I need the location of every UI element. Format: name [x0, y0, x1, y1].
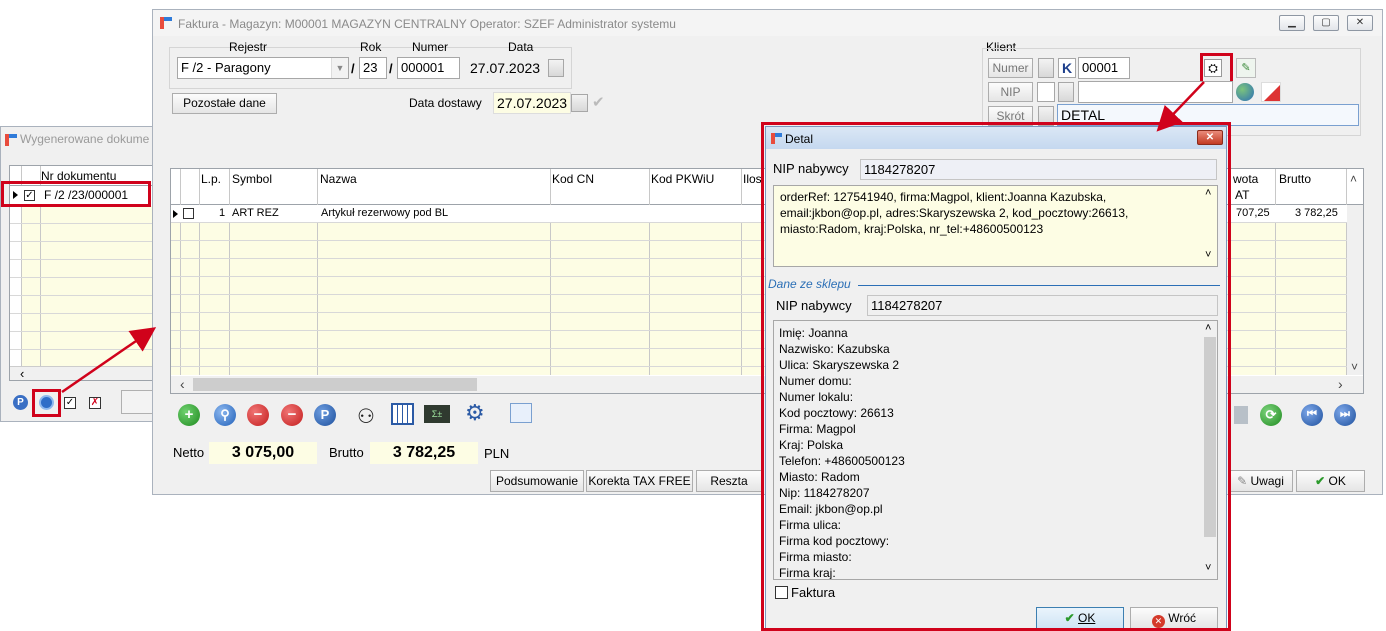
- annotation-arrows: [61, 81, 1205, 394]
- arrow-to-dialog: [1156, 81, 1205, 132]
- arrow-to-item-row: [61, 327, 157, 394]
